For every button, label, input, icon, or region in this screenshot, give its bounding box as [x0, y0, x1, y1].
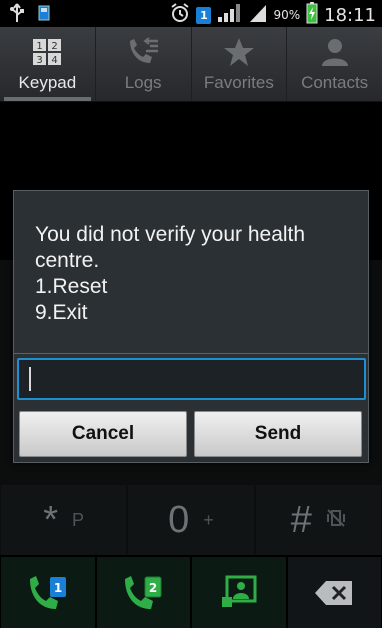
backspace-icon [315, 580, 353, 605]
keypad-row: * P 0 + # [0, 485, 382, 555]
tab-favorites[interactable]: Favorites [192, 27, 288, 101]
response-input[interactable] [17, 358, 366, 400]
tab-bar: 1 2 3 4 Keypad Logs Favorites Contacts [0, 27, 382, 102]
vibrate-off-icon [326, 508, 346, 532]
delete-button[interactable] [287, 557, 381, 628]
svg-text:4: 4 [52, 55, 58, 66]
key-hash-label: # [290, 498, 312, 541]
add-contact-button[interactable] [192, 557, 286, 628]
sim1-badge: 1 [54, 581, 62, 595]
contacts-icon [320, 37, 350, 67]
key-star-label: * [43, 498, 59, 541]
key-zero[interactable]: 0 + [128, 485, 254, 555]
phone-sim1-icon: 1 [29, 575, 66, 609]
text-caret [29, 367, 31, 391]
tab-label: Favorites [203, 73, 274, 92]
tab-logs[interactable]: Logs [96, 27, 192, 101]
signal-icon [217, 3, 243, 27]
tab-keypad[interactable]: 1 2 3 4 Keypad [0, 27, 96, 101]
tab-label: Contacts [301, 73, 369, 92]
alarm-icon [170, 3, 190, 27]
tab-contacts[interactable]: Contacts [287, 27, 382, 101]
star-icon [223, 37, 255, 67]
status-bar: 1 90% 18:11 [0, 0, 382, 27]
key-hash[interactable]: # [255, 485, 381, 555]
contact-card-icon [221, 575, 257, 607]
svg-text:2: 2 [52, 41, 58, 52]
keypad-icon: 1 2 3 4 [32, 37, 62, 67]
key-star-sub: P [72, 509, 85, 530]
svg-text:3: 3 [37, 55, 43, 66]
tab-label: Keypad [18, 73, 77, 92]
tab-label: Logs [124, 73, 162, 92]
cancel-button[interactable]: Cancel [19, 411, 187, 457]
sd-card-icon [38, 5, 50, 25]
call-action-row: 1 2 [0, 555, 382, 628]
key-star[interactable]: * P [1, 485, 127, 555]
dialog-divider [14, 353, 368, 354]
logs-icon [126, 37, 160, 67]
send-button[interactable]: Send [194, 411, 362, 457]
signal-icon [249, 3, 267, 27]
sim-1-icon: 1 [196, 6, 212, 24]
sim2-badge: 2 [149, 581, 157, 595]
phone-sim2-icon: 2 [125, 575, 162, 609]
call-sim2-button[interactable]: 2 [96, 557, 190, 628]
svg-text:1: 1 [37, 41, 43, 52]
battery-percent: 90% [273, 8, 301, 22]
ussd-dialog: You did not verify your health centre. 1… [13, 190, 369, 463]
battery-charging-icon [306, 2, 318, 28]
clock: 18:11 [324, 4, 376, 26]
dialog-message: You did not verify your health centre. 1… [35, 223, 306, 324]
usb-icon [10, 3, 24, 27]
key-zero-sub: + [203, 509, 214, 530]
key-zero-label: 0 [168, 498, 190, 541]
call-sim1-button[interactable]: 1 [1, 557, 95, 628]
